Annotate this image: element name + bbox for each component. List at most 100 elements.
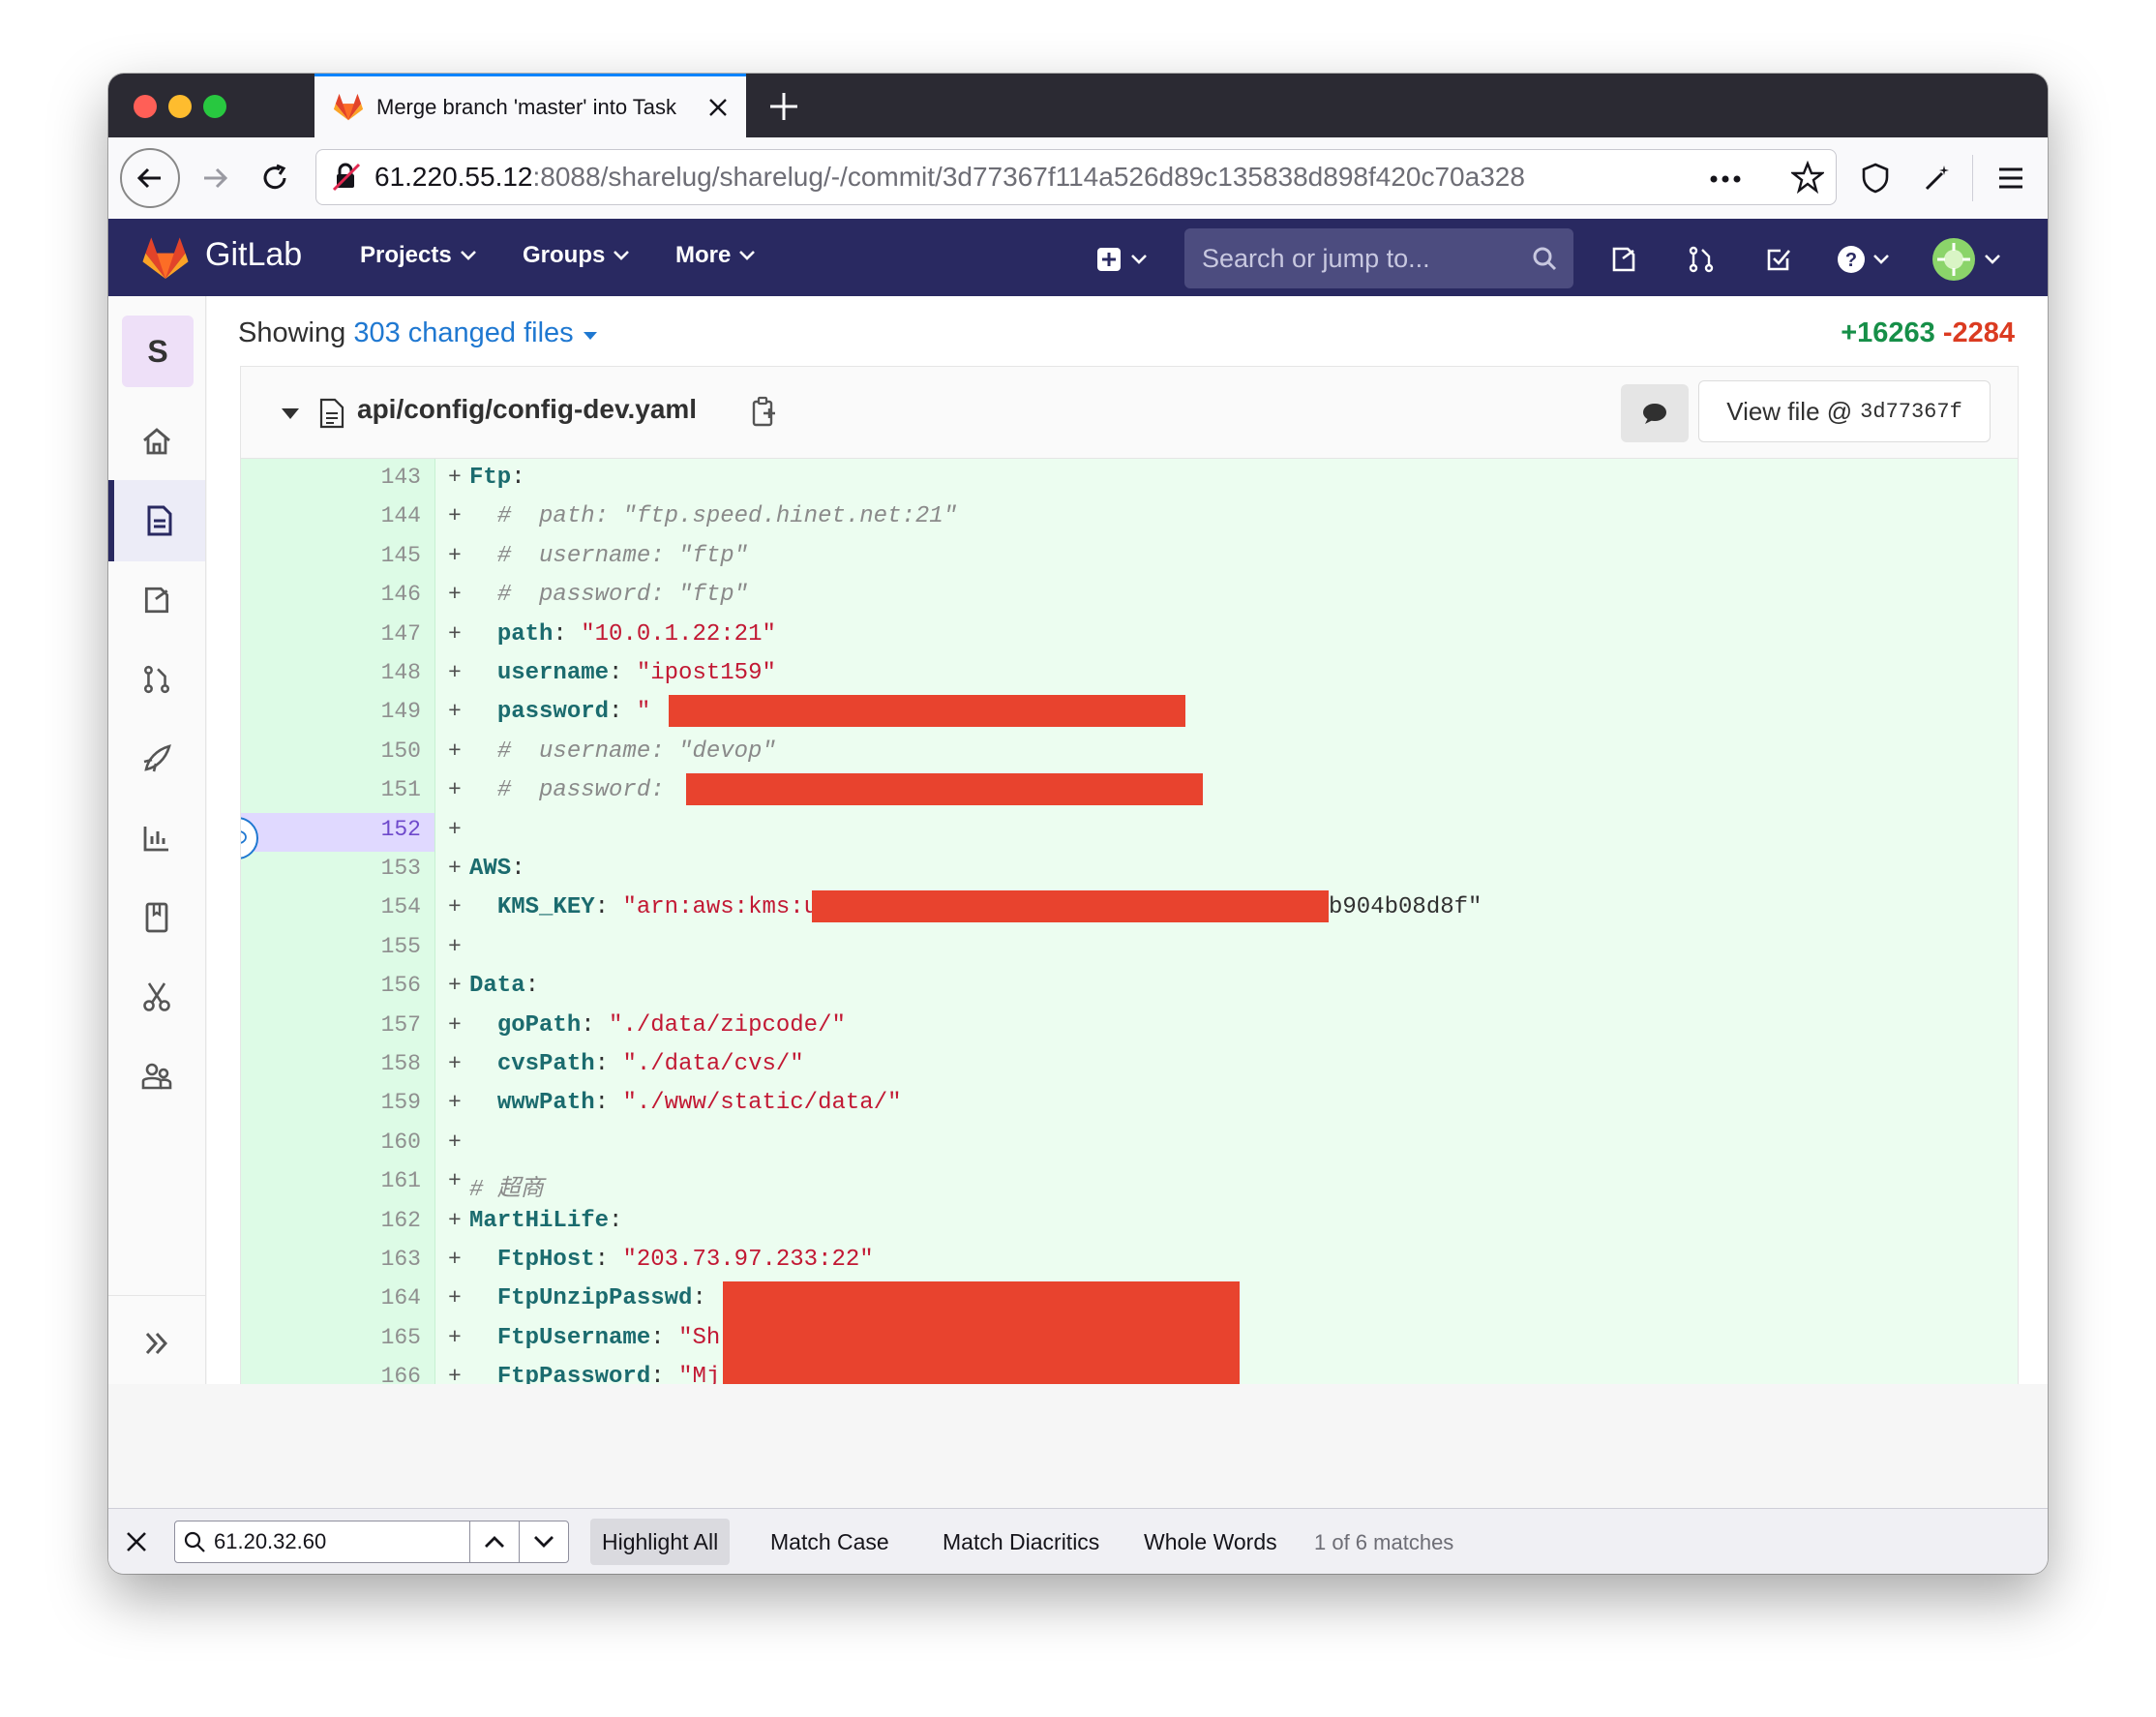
find-previous-button[interactable] [469,1521,520,1563]
project-avatar[interactable]: S [122,316,194,387]
nav-groups[interactable]: Groups [523,242,630,269]
reload-button[interactable] [248,151,302,205]
added-marker: + [448,973,462,999]
find-match-count: 1 of 6 matches [1314,1530,1454,1554]
sidebar-item-repository[interactable] [108,480,205,561]
minimize-window-button[interactable] [168,95,192,118]
sidebar-item-issues[interactable] [108,559,205,641]
merge-requests-button[interactable] [1682,240,1721,279]
line-number[interactable]: 154 [338,894,421,919]
match-diacritics-toggle[interactable]: Match Diacritics [931,1519,1111,1565]
back-button[interactable] [120,148,180,208]
browser-tab-active[interactable]: Merge branch 'master' into Task [314,74,746,137]
redaction-box [723,1281,1240,1314]
whole-words-toggle[interactable]: Whole Words [1132,1519,1289,1565]
line-number[interactable]: 156 [338,973,421,998]
new-dropdown-button[interactable] [1088,240,1155,279]
sidebar-item-ci-cd[interactable] [108,718,205,799]
nav-groups-label: Groups [523,242,606,268]
line-number[interactable]: 162 [338,1208,421,1233]
toggle-comments-button[interactable] [1621,384,1689,442]
line-number[interactable]: 158 [338,1051,421,1076]
code-token: : [650,1364,679,1384]
line-number[interactable]: 159 [338,1090,421,1115]
line-number[interactable]: 166 [338,1364,421,1384]
changed-files-label: 303 changed files [353,317,574,348]
bookmark-star-icon[interactable] [1791,161,1824,194]
merge-request-icon [1689,246,1714,273]
highlight-all-toggle[interactable]: Highlight All [590,1519,731,1565]
code-token: FtpHost [496,1247,595,1273]
line-number[interactable]: 160 [338,1130,421,1155]
added-marker: + [448,894,462,920]
sidebar-item-project-overview[interactable] [108,401,205,482]
todos-button[interactable] [1759,240,1798,279]
line-number[interactable]: 164 [338,1285,421,1310]
forward-button[interactable] [188,151,242,205]
view-file-button[interactable]: View file @ 3d77367f [1698,380,1991,442]
line-number[interactable]: 145 [338,543,421,568]
added-marker: + [448,699,462,725]
line-number[interactable]: 155 [338,934,421,959]
line-number[interactable]: 165 [338,1325,421,1350]
line-number[interactable]: 146 [338,582,421,607]
sidebar-collapse-button[interactable] [108,1303,205,1384]
new-tab-icon[interactable] [764,87,803,126]
close-window-button[interactable] [134,95,157,118]
sidebar-item-snippets[interactable] [108,956,205,1038]
copy-path-icon[interactable] [750,396,779,429]
sidebar-item-analytics[interactable] [108,798,205,879]
arrow-right-icon [204,167,228,189]
find-input[interactable]: 61.20.32.60 [174,1521,470,1563]
sidebar-item-members[interactable] [108,1036,205,1117]
line-number[interactable]: 151 [338,777,421,802]
help-dropdown-button[interactable]: ? [1829,240,1897,279]
file-path[interactable]: api/config/config-dev.yaml [357,394,697,425]
zoom-window-button[interactable] [203,95,226,118]
user-menu-button[interactable] [1928,238,2005,281]
line-number[interactable]: 148 [338,660,421,685]
line-number[interactable]: 144 [338,503,421,528]
extension-button[interactable] [1910,151,1964,205]
line-number[interactable]: 152 [338,817,421,842]
url-bar[interactable]: 61.220.55.12:8088/sharelug/sharelug/-/co… [315,149,1837,205]
diff-line: 166 + FtpPassword: "Mj [241,1356,2018,1384]
line-number[interactable]: 147 [338,621,421,647]
code-token: : [594,1051,623,1077]
gitlab-logo-icon[interactable] [139,233,192,282]
close-find-bar-icon[interactable] [124,1529,149,1554]
tracking-protection-button[interactable] [1848,151,1902,205]
sidebar-item-merge-requests[interactable] [108,639,205,720]
line-number[interactable]: 163 [338,1247,421,1272]
line-number[interactable]: 161 [338,1168,421,1193]
line-number[interactable]: 150 [338,738,421,764]
collapse-file-icon[interactable] [280,406,301,421]
kms-key-suffix: b904b08d8f" [1329,894,1482,921]
app-menu-button[interactable] [1984,151,2038,205]
line-number[interactable]: 149 [338,699,421,724]
document-icon [147,505,172,536]
url-text: 61.220.55.12:8088/sharelug/sharelug/-/co… [374,162,1525,192]
issues-button[interactable] [1604,240,1643,279]
code-token: " [636,699,651,726]
page-actions-icon[interactable] [1708,173,1743,185]
browser-toolbar: 61.220.55.12:8088/sharelug/sharelug/-/co… [108,137,2048,220]
gitlab-logo-text[interactable]: GitLab [205,236,302,274]
nav-more[interactable]: More [675,242,756,269]
line-number[interactable]: 153 [338,856,421,881]
line-number[interactable]: 143 [338,465,421,490]
gitlab-header: GitLab Projects Groups More Search or ju… [108,219,2048,296]
close-tab-icon[interactable] [705,95,731,120]
changed-files-dropdown[interactable]: 303 changed files [353,317,598,348]
search-input[interactable]: Search or jump to... [1184,228,1573,288]
chevron-double-right-icon [145,1332,168,1355]
line-code: KMS_KEY: "arn:aws:kms:us- [469,894,846,920]
find-next-button[interactable] [519,1521,569,1563]
nav-projects[interactable]: Projects [360,242,477,269]
line-code: password: " [469,699,650,725]
match-case-toggle[interactable]: Match Case [759,1519,901,1565]
sidebar-item-wiki[interactable] [108,877,205,958]
line-code: cvsPath: "./data/cvs/" [469,1051,804,1077]
line-number[interactable]: 157 [338,1012,421,1038]
